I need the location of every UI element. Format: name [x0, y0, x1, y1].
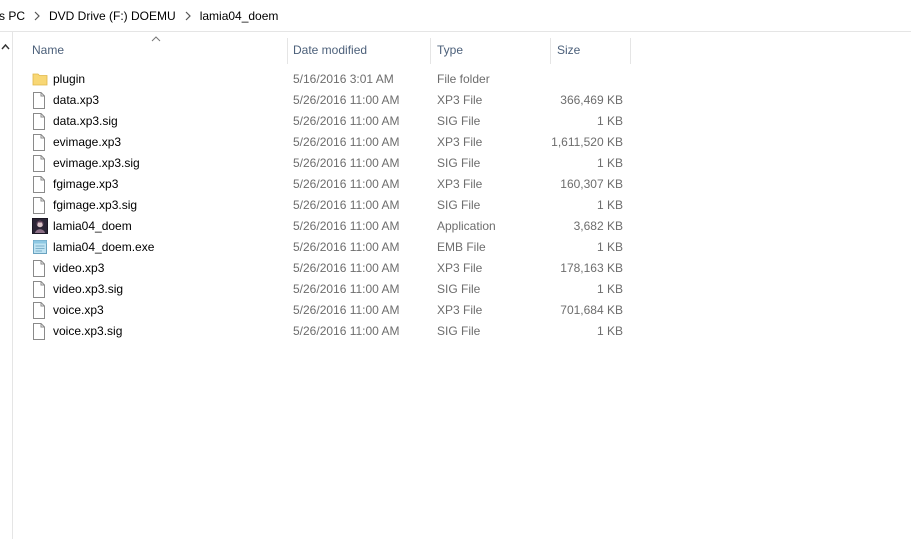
file-row-data-xp3-sig[interactable]: data.xp3.sig 5/26/2016 11:00 AM SIG File… — [28, 111, 638, 132]
column-divider[interactable] — [630, 38, 631, 64]
file-icon — [32, 197, 48, 214]
file-size: 1 KB — [596, 114, 623, 128]
file-date-modified: 5/26/2016 11:00 AM — [293, 114, 400, 128]
file-type: SIG File — [437, 198, 481, 212]
file-row-voice-xp3-sig[interactable]: voice.xp3.sig 5/26/2016 11:00 AM SIG Fil… — [28, 321, 638, 342]
file-icon — [32, 323, 48, 340]
file-name: voice.xp3.sig — [53, 324, 123, 338]
file-row-video-xp3-sig[interactable]: video.xp3.sig 5/26/2016 11:00 AM SIG Fil… — [28, 279, 638, 300]
file-date-modified: 5/26/2016 11:00 AM — [293, 135, 400, 149]
file-name: evimage.xp3.sig — [53, 156, 140, 170]
file-size: 1 KB — [596, 198, 623, 212]
file-name: video.xp3 — [53, 261, 105, 275]
file-name: voice.xp3 — [53, 303, 104, 317]
file-type: XP3 File — [437, 177, 483, 191]
file-type: XP3 File — [437, 93, 483, 107]
file-name: fgimage.xp3.sig — [53, 198, 138, 212]
file-name: lamia04_doem.exe — [53, 240, 155, 254]
breadcrumb: s PC DVD Drive (F:) DOEMU lamia04_doem — [0, 0, 278, 32]
file-size: 178,163 KB — [560, 261, 623, 275]
file-name: data.xp3 — [53, 93, 100, 107]
scroll-up-arrow-icon[interactable] — [1, 39, 10, 53]
file-date-modified: 5/26/2016 11:00 AM — [293, 177, 400, 191]
file-size: 1,611,520 KB — [551, 135, 623, 149]
file-icon — [32, 113, 48, 130]
application-icon — [32, 218, 48, 235]
file-row-lamia04-doem-application[interactable]: lamia04_doem 5/26/2016 11:00 AM Applicat… — [28, 216, 638, 237]
file-list: plugin 5/16/2016 3:01 AM File folder dat… — [28, 69, 638, 342]
file-date-modified: 5/26/2016 11:00 AM — [293, 282, 400, 296]
file-date-modified: 5/26/2016 11:00 AM — [293, 93, 400, 107]
file-name: evimage.xp3 — [53, 135, 122, 149]
address-bar[interactable]: s PC DVD Drive (F:) DOEMU lamia04_doem — [0, 0, 911, 32]
file-date-modified: 5/26/2016 11:00 AM — [293, 261, 400, 275]
chevron-right-icon[interactable] — [176, 11, 200, 22]
file-row-data-xp3[interactable]: data.xp3 5/26/2016 11:00 AM XP3 File 366… — [28, 90, 638, 111]
navigation-pane-scrollbar[interactable] — [0, 32, 13, 539]
file-type: XP3 File — [437, 303, 483, 317]
file-type: XP3 File — [437, 261, 483, 275]
file-size: 1 KB — [596, 156, 623, 170]
file-type: File folder — [437, 72, 490, 86]
file-row-video-xp3[interactable]: video.xp3 5/26/2016 11:00 AM XP3 File 17… — [28, 258, 638, 279]
file-date-modified: 5/26/2016 11:00 AM — [293, 198, 400, 212]
file-icon — [32, 134, 48, 151]
file-date-modified: 5/26/2016 11:00 AM — [293, 219, 400, 233]
file-icon — [32, 176, 48, 193]
file-size: 1 KB — [596, 282, 623, 296]
folder-icon — [32, 71, 48, 88]
file-date-modified: 5/26/2016 11:00 AM — [293, 324, 400, 338]
file-row-fgimage-xp3[interactable]: fgimage.xp3 5/26/2016 11:00 AM XP3 File … — [28, 174, 638, 195]
file-type: EMB File — [437, 240, 486, 254]
file-type: XP3 File — [437, 135, 483, 149]
file-name: lamia04_doem — [53, 219, 132, 233]
file-type: SIG File — [437, 156, 481, 170]
file-icon — [32, 302, 48, 319]
breadcrumb-dvd-drive[interactable]: DVD Drive (F:) DOEMU — [49, 9, 176, 23]
file-row-plugin[interactable]: plugin 5/16/2016 3:01 AM File folder — [28, 69, 638, 90]
file-size: 1 KB — [596, 240, 623, 254]
breadcrumb-lamia04-doem[interactable]: lamia04_doem — [200, 9, 279, 23]
file-type: SIG File — [437, 282, 481, 296]
column-header-type[interactable]: Type — [432, 38, 550, 62]
file-size: 701,684 KB — [560, 303, 623, 317]
file-size — [550, 69, 623, 90]
column-divider[interactable] — [430, 38, 431, 64]
column-divider[interactable] — [550, 38, 551, 64]
file-type: SIG File — [437, 324, 481, 338]
file-date-modified: 5/26/2016 11:00 AM — [293, 156, 400, 170]
column-header-date-modified[interactable]: Date modified — [288, 38, 430, 62]
file-icon — [32, 92, 48, 109]
file-size: 160,307 KB — [560, 177, 623, 191]
breadcrumb-this-pc[interactable]: s PC — [0, 9, 25, 23]
file-row-voice-xp3[interactable]: voice.xp3 5/26/2016 11:00 AM XP3 File 70… — [28, 300, 638, 321]
file-date-modified: 5/16/2016 3:01 AM — [293, 72, 394, 86]
chevron-right-icon[interactable] — [25, 11, 49, 22]
column-headers: Name Date modified Type Size — [14, 32, 634, 68]
file-size: 1 KB — [596, 324, 623, 338]
file-size: 3,682 KB — [573, 219, 623, 233]
column-header-name[interactable]: Name — [27, 38, 287, 62]
file-name: data.xp3.sig — [53, 114, 118, 128]
emb-file-icon — [32, 239, 48, 256]
file-size: 366,469 KB — [560, 93, 623, 107]
file-date-modified: 5/26/2016 11:00 AM — [293, 303, 400, 317]
column-header-size[interactable]: Size — [552, 38, 630, 62]
file-icon — [32, 260, 48, 277]
file-name: plugin — [53, 72, 86, 86]
file-icon — [32, 155, 48, 172]
file-type: SIG File — [437, 114, 481, 128]
file-date-modified: 5/26/2016 11:00 AM — [293, 240, 400, 254]
file-icon — [32, 281, 48, 298]
file-type: Application — [437, 219, 496, 233]
file-row-lamia04-doem-exe[interactable]: lamia04_doem.exe 5/26/2016 11:00 AM EMB … — [28, 237, 638, 258]
file-row-evimage-xp3-sig[interactable]: evimage.xp3.sig 5/26/2016 11:00 AM SIG F… — [28, 153, 638, 174]
file-row-evimage-xp3[interactable]: evimage.xp3 5/26/2016 11:00 AM XP3 File … — [28, 132, 638, 153]
file-name: video.xp3.sig — [53, 282, 124, 296]
file-row-fgimage-xp3-sig[interactable]: fgimage.xp3.sig 5/26/2016 11:00 AM SIG F… — [28, 195, 638, 216]
file-name: fgimage.xp3 — [53, 177, 119, 191]
